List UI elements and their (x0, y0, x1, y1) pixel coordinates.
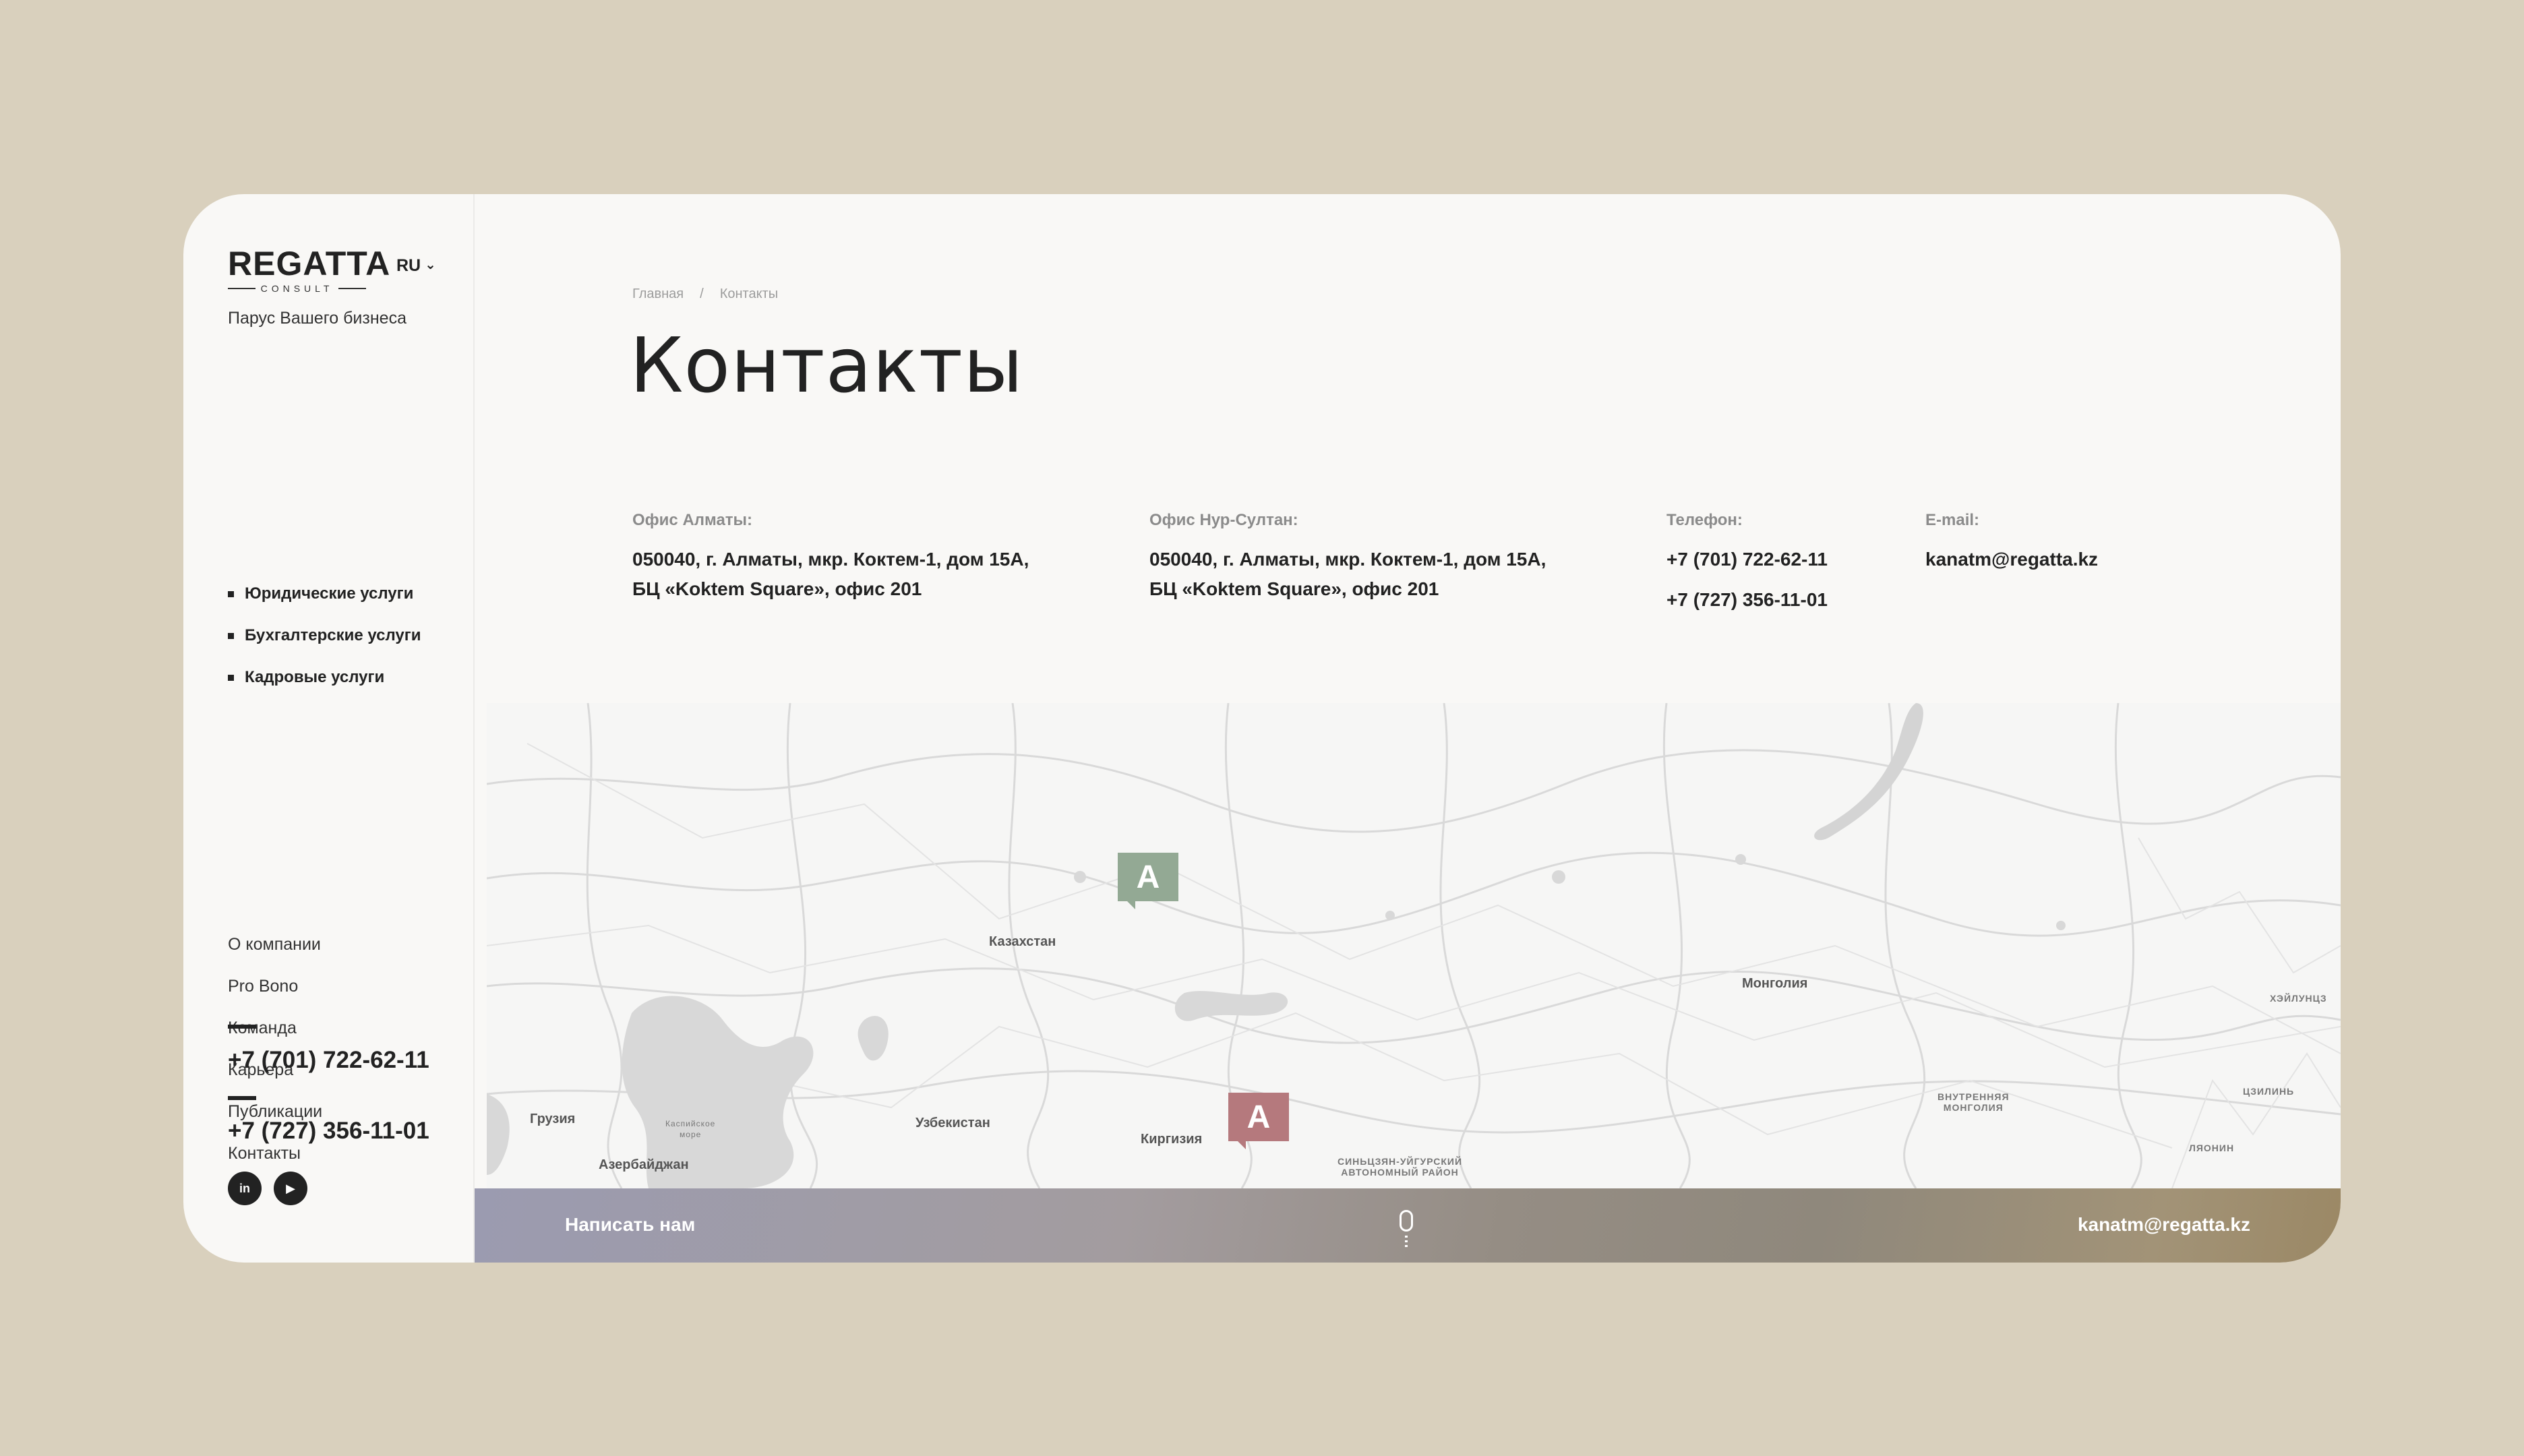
map-label-inner-mongolia: ВНУТРЕННЯЯ МОНГОЛИЯ (1937, 1091, 2010, 1113)
sidebar: REGATTA CONSULT RU ⌄ Парус Вашего бизнес… (183, 194, 475, 1263)
bullet-icon (228, 590, 234, 597)
nav-item-about[interactable]: О компании (228, 923, 322, 965)
nursultan-office-address: 050040, г. Алматы, мкр. Коктем-1, дом 15… (1149, 549, 1546, 599)
linkedin-icon[interactable]: in (228, 1172, 262, 1205)
breadcrumb-current: Контакты (719, 286, 779, 301)
map-label-uzbekistan: Узбекистан (915, 1116, 990, 1130)
phone-link-1[interactable]: +7 (701) 722-62-11 (1666, 539, 1828, 580)
map-label-heilongjiang: ХЭЙЛУНЦЗ (2270, 993, 2327, 1004)
page-title: Контакты (630, 322, 1024, 410)
map-label-jilin: ЦЗИЛИНЬ (2243, 1086, 2295, 1097)
map-label-kyrgyzstan: Киргизия (1141, 1132, 1203, 1147)
services-menu: Юридические услуги Бухгалтерские услуги … (228, 573, 421, 698)
phone-label: Телефон: (1666, 511, 1743, 529)
nursultan-office-label: Офис Нур-Султан: (1149, 511, 1298, 529)
logo-subtext: CONSULT (228, 283, 366, 294)
service-item-legal[interactable]: Юридические услуги (228, 573, 421, 615)
service-item-accounting[interactable]: Бухгалтерские услуги (228, 615, 421, 657)
nav-item-probono[interactable]: Pro Bono (228, 965, 322, 1007)
mouse-scroll-icon[interactable] (1400, 1210, 1413, 1232)
write-us-button[interactable]: Написать нам (565, 1214, 695, 1236)
map[interactable]: Казахстан Монголия Узбекистан Киргизия Г… (487, 703, 2341, 1188)
map-label-liaoning: ЛЯОНИН (2189, 1143, 2235, 1153)
bullet-icon (228, 632, 234, 639)
scroll-dots-icon (1405, 1236, 1408, 1249)
logo-text: REGATTA (228, 245, 391, 282)
map-label-azerbaijan: Азербайджан (599, 1157, 689, 1172)
social-links: in ▶ (228, 1172, 307, 1205)
map-label-caspian: Каспийское море (665, 1119, 716, 1139)
phone-values: +7 (701) 722-62-11 +7 (727) 356-11-01 (1666, 539, 1828, 620)
bullet-icon (228, 674, 234, 681)
language-label: RU (396, 256, 421, 275)
language-selector[interactable]: RU ⌄ (396, 256, 436, 276)
email-link[interactable]: kanatm@regatta.kz (1925, 545, 2098, 574)
youtube-icon[interactable]: ▶ (274, 1172, 307, 1205)
contact-bar: Написать нам kanatm@regatta.kz (475, 1188, 2341, 1263)
divider (228, 1025, 256, 1029)
map-label-georgia: Грузия (530, 1112, 576, 1126)
breadcrumb: Главная / Контакты (632, 286, 778, 302)
map-label-mongolia: Монголия (1742, 976, 1808, 991)
divider (228, 1096, 256, 1100)
logo[interactable]: REGATTA CONSULT (228, 245, 391, 294)
page-card: REGATTA CONSULT RU ⌄ Парус Вашего бизнес… (183, 194, 2341, 1263)
map-marker-nursultan[interactable]: A (1118, 853, 1178, 909)
map-label-xinjiang: СИНЬЦЗЯН-УЙГУРСКИЙ АВТОНОМНЫЙ РАЙОН (1338, 1156, 1463, 1178)
sidebar-phone-1[interactable]: +7 (701) 722-62-11 (228, 1047, 429, 1074)
map-marker-almaty[interactable]: A (1228, 1093, 1289, 1149)
sidebar-phone-2[interactable]: +7 (727) 356-11-01 (228, 1118, 429, 1145)
breadcrumb-home[interactable]: Главная (632, 286, 684, 301)
service-item-hr[interactable]: Кадровые услуги (228, 657, 421, 698)
map-label-kazakhstan: Казахстан (989, 934, 1056, 949)
tagline: Парус Вашего бизнеса (228, 309, 407, 328)
almaty-office-address: 050040, г. Алматы, мкр. Коктем-1, дом 15… (632, 549, 1029, 599)
almaty-office-label: Офис Алматы: (632, 511, 753, 529)
map-background (487, 703, 2341, 1188)
breadcrumb-separator: / (700, 286, 704, 301)
phone-link-2[interactable]: +7 (727) 356-11-01 (1666, 580, 1828, 620)
contact-bar-email-link[interactable]: kanatm@regatta.kz (2078, 1214, 2250, 1236)
email-label: E-mail: (1925, 511, 1980, 529)
chevron-down-icon: ⌄ (425, 257, 436, 272)
